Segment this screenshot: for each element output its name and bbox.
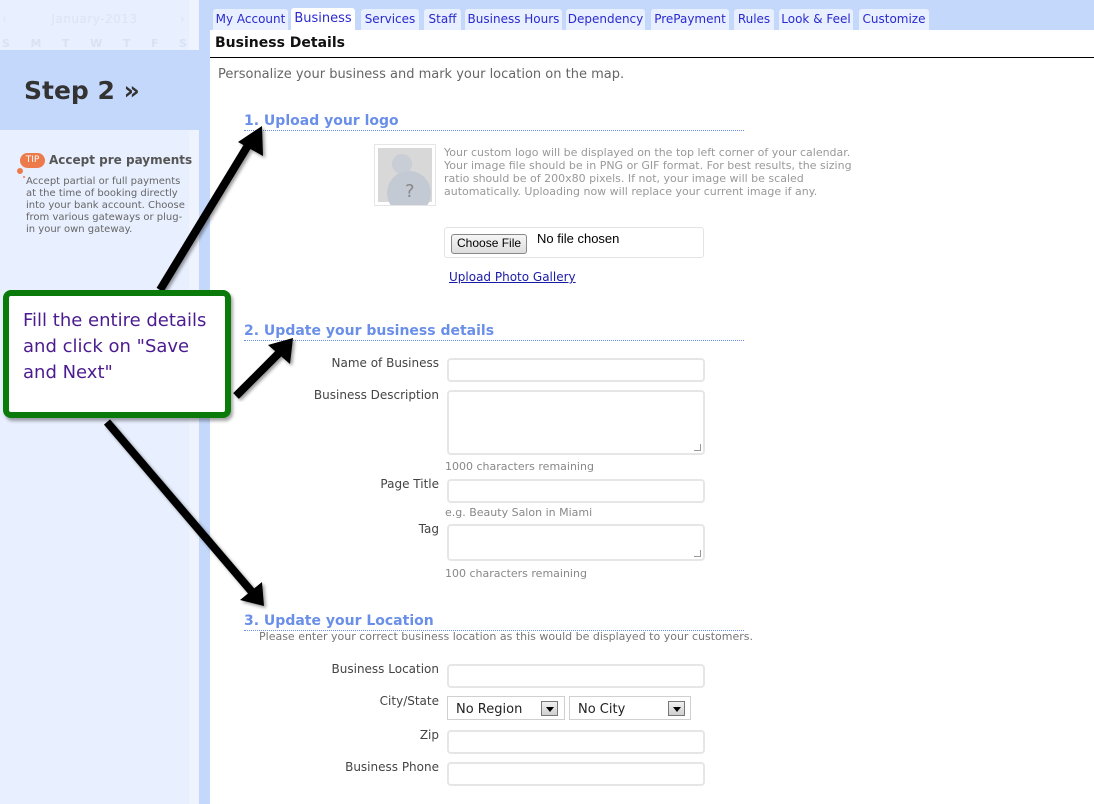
choose-file-button[interactable]: Choose File [451, 234, 528, 254]
calendar-next-icon[interactable]: › [180, 12, 185, 26]
mini-calendar: ‹ January-2013 › S M T W T F S [0, 0, 189, 50]
step-title: Step 2 » [24, 76, 140, 105]
svg-text:?: ? [405, 181, 415, 202]
business-description-textarea[interactable] [447, 390, 705, 455]
tag-hint: 100 characters remaining [445, 567, 587, 580]
weekday: T [122, 37, 131, 50]
tab-business[interactable]: Business [291, 8, 355, 30]
page-title: Business Details [215, 35, 345, 51]
city-select[interactable]: No City [569, 696, 691, 720]
title-divider [210, 57, 1094, 58]
tab-prepayment[interactable]: PrePayment [651, 9, 729, 30]
chevron-down-icon[interactable] [668, 701, 685, 716]
tab-dependency[interactable]: Dependency [566, 9, 645, 30]
tab-staff[interactable]: Staff [424, 9, 461, 30]
city-state-label: City/State [379, 694, 439, 708]
region-selected: No Region [456, 702, 523, 717]
weekday: F [150, 37, 159, 50]
callout-text: Fill the entire details and click on "Sa… [23, 310, 207, 383]
weekday: S [2, 37, 10, 50]
weekday: M [30, 37, 42, 50]
tip-bubble-icon [17, 168, 23, 174]
logo-preview: ? [374, 144, 436, 215]
calendar-weekdays: S M T W T F S [0, 37, 189, 50]
resize-handle-icon[interactable] [694, 444, 701, 451]
page-title-input[interactable] [447, 479, 705, 503]
calendar-month: January-2013 [51, 12, 138, 26]
location-label: Business Location [331, 662, 439, 676]
tab-rules[interactable]: Rules [734, 9, 774, 30]
section-heading-details: 2. Update your business details [244, 323, 744, 341]
tab-look-and-feel[interactable]: Look & Feel [779, 9, 853, 30]
resize-handle-icon[interactable] [694, 550, 701, 557]
location-subtext: Please enter your correct business locat… [259, 630, 753, 643]
tip-bubble-icon [23, 176, 25, 178]
step-indicator: Step 2 » [0, 50, 199, 130]
tab-services[interactable]: Services [361, 9, 419, 30]
upload-photo-gallery-link[interactable]: Upload Photo Gallery [449, 270, 576, 284]
business-name-input[interactable] [447, 358, 705, 382]
section-heading-location: 3. Update your Location [244, 613, 744, 631]
tip-text: Accept partial or full payments at the t… [26, 176, 185, 235]
zip-label: Zip [419, 728, 439, 742]
business-phone-input[interactable] [447, 762, 705, 786]
logo-description: Your custom logo will be displayed on th… [444, 146, 852, 198]
section-heading-logo: 1. Upload your logo [244, 113, 744, 131]
tab-business-hours[interactable]: Business Hours [465, 9, 562, 30]
zip-input[interactable] [447, 730, 705, 754]
page-title-hint: e.g. Beauty Salon in Miami [445, 506, 593, 519]
business-location-input[interactable] [447, 664, 705, 688]
description-hint: 1000 characters remaining [445, 460, 594, 473]
description-label: Business Description [313, 388, 439, 402]
tab-customize[interactable]: Customize [859, 9, 929, 30]
weekday: T [62, 37, 70, 50]
chevron-down-icon[interactable] [541, 701, 558, 716]
instruction-callout: Fill the entire details and click on "Sa… [3, 290, 231, 418]
tip-badge: TIP [20, 153, 45, 168]
city-selected: No City [578, 702, 626, 717]
region-select[interactable]: No Region [447, 696, 565, 720]
unknown-person-icon: ? [378, 148, 432, 215]
name-label: Name of Business [331, 356, 439, 370]
tab-bar: My Account Business Services Staff Busin… [210, 0, 1094, 30]
weekday: S [179, 37, 187, 50]
page-title-label: Page Title [380, 477, 439, 491]
weekday: W [90, 37, 103, 50]
tag-label: Tag [418, 522, 439, 536]
phone-label: Business Phone [345, 760, 439, 774]
tip-title: Accept pre payments [49, 153, 193, 167]
tab-my-account[interactable]: My Account [213, 9, 288, 30]
page-intro: Personalize your business and mark your … [218, 67, 625, 82]
tag-textarea[interactable] [447, 524, 705, 561]
file-status: No file chosen [537, 231, 620, 246]
logo-file-input[interactable]: Choose File No file chosen [444, 227, 704, 258]
